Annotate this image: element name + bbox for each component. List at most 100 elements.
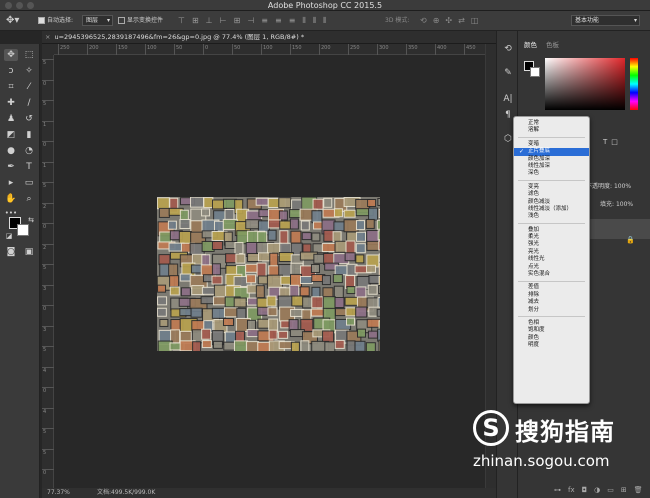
vertical-ruler[interactable]: 505101520253035404550 — [42, 55, 54, 488]
panel-background-swatch[interactable] — [530, 67, 540, 77]
show-transform-checkbox[interactable]: 显示变换控件 — [118, 11, 163, 31]
character-icon[interactable]: A| — [501, 93, 515, 105]
blend-mode-option[interactable]: 颜色 — [514, 335, 589, 342]
eyedropper-icon[interactable]: ⁄ — [22, 81, 36, 93]
marquee-icon[interactable]: ⬚ — [22, 49, 36, 61]
blend-mode-option[interactable]: 深色 — [514, 170, 589, 177]
blend-mode-option[interactable]: 滤色 — [514, 191, 589, 198]
blend-mode-option[interactable]: 饱和度 — [514, 327, 589, 334]
zoom-level[interactable]: 77.37% — [47, 488, 70, 498]
ruler-tick-label: 4 — [42, 407, 54, 416]
auto-select-label: 自动选择: — [47, 17, 74, 24]
ruler-tick-label: 50 — [232, 44, 240, 55]
auto-select-checkbox[interactable]: 自动选择: — [38, 11, 73, 31]
ruler-tick-label: 0 — [42, 469, 54, 477]
blend-mode-option[interactable]: 颜色减淡 — [514, 199, 589, 206]
blend-mode-option[interactable]: 明度 — [514, 342, 589, 349]
ruler-origin[interactable] — [42, 44, 54, 55]
gradient-icon[interactable]: ▮ — [22, 129, 36, 141]
screen-mode-icon[interactable]: ▣ — [22, 246, 36, 258]
close-icon[interactable]: × — [45, 33, 50, 41]
blend-mode-option[interactable]: 变暗 — [514, 141, 589, 148]
align-distribute-icons[interactable]: ⊤ ⊞ ⊥ ⊢ ⊞ ⊣ ≡ ≡ ≡ ⫴ ⫴ ⫴ — [178, 11, 327, 31]
brush-settings-icon[interactable]: ✎ — [501, 67, 515, 79]
blend-mode-menu[interactable]: 正常溶解变暗正片叠底颜色加深线性加深深色变亮滤色颜色减淡线性减淡（添加）浅色叠加… — [513, 116, 590, 404]
blend-mode-option[interactable]: 排除 — [514, 292, 589, 299]
brush-icon[interactable]: / — [22, 97, 36, 109]
watermark-brand: 搜狗指南 — [515, 418, 615, 446]
blend-mode-option[interactable]: 线性减淡（添加） — [514, 206, 589, 213]
blend-mode-option[interactable]: 变亮 — [514, 184, 589, 191]
blend-mode-option[interactable]: 强光 — [514, 241, 589, 248]
blend-mode-option[interactable]: 色相 — [514, 320, 589, 327]
fill-value[interactable]: 100% — [616, 201, 633, 208]
document-image[interactable] — [157, 197, 380, 351]
tab-color[interactable]: 颜色 — [524, 39, 537, 51]
quick-mask-icon[interactable]: ◙ — [4, 246, 18, 258]
blend-mode-option[interactable]: 线性加深 — [514, 163, 589, 170]
layer-row[interactable] — [586, 219, 650, 239]
ruler-tick-label: 0 — [203, 44, 208, 55]
horizontal-ruler[interactable]: 250 200 150 100 50 0 50 100 150 200 250 300 350 400 45… — [54, 44, 485, 55]
blend-mode-option[interactable]: 柔光 — [514, 234, 589, 241]
blend-mode-option[interactable]: 叠加 — [514, 227, 589, 234]
layer-filter-icons[interactable]: T□ — [603, 138, 622, 146]
ruler-tick-label: 250 — [348, 44, 360, 55]
blend-mode-option[interactable]: 颜色加深 — [514, 156, 589, 163]
magic-wand-icon[interactable]: ✧ — [22, 65, 36, 77]
ruler-tick-label: 5 — [42, 100, 54, 108]
move-icon[interactable]: ✥ — [4, 49, 18, 61]
swap-colors-icon[interactable]: ⇆ — [24, 214, 38, 226]
blur-icon[interactable]: ● — [4, 145, 18, 157]
text-icon[interactable]: T — [22, 161, 36, 173]
hue-slider[interactable] — [630, 58, 638, 110]
blend-mode-option[interactable]: 浅色 — [514, 213, 589, 220]
delete-layer-icon[interactable]: 🗑 — [634, 486, 643, 494]
ruler-tick-label: 300 — [377, 44, 389, 55]
new-layer-icon[interactable]: ⊞ — [621, 486, 627, 494]
path-selection-icon[interactable]: ▸ — [4, 177, 18, 189]
document-tab[interactable]: × u=2945396525,2839187496&fm=26&gp=0.jpg … — [42, 31, 496, 44]
distribute-bottom-icon: ≡ — [288, 16, 296, 25]
color-picker-field[interactable] — [545, 58, 625, 110]
pen-icon[interactable]: ✒ — [4, 161, 18, 173]
blend-mode-option[interactable]: 差值 — [514, 284, 589, 291]
adjustment-layer-icon[interactable]: ◑ — [594, 486, 600, 494]
group-icon[interactable]: ▭ — [607, 486, 614, 494]
opacity-control[interactable]: 不透明度: 100% — [586, 181, 650, 193]
workspace-switcher[interactable]: 基本功能 — [570, 15, 640, 26]
link-layers-icon[interactable]: ⊶ — [554, 486, 561, 494]
fx-icon[interactable]: fx — [568, 486, 575, 494]
dodge-icon[interactable]: ◔ — [22, 145, 36, 157]
lasso-icon[interactable]: ↄ — [4, 65, 18, 77]
zoom-icon[interactable]: ⌕ — [22, 193, 36, 205]
rectangle-icon[interactable]: ▭ — [22, 177, 36, 189]
healing-brush-icon[interactable]: ✚ — [4, 97, 18, 109]
add-mask-icon[interactable]: ◘ — [582, 486, 588, 494]
clone-stamp-icon[interactable]: ♟ — [4, 113, 18, 125]
history-icon[interactable]: ⟲ — [501, 43, 515, 55]
blend-mode-option[interactable]: 溶解 — [514, 127, 589, 134]
ruler-tick-label: 0 — [42, 387, 54, 395]
blend-mode-option[interactable]: 正常 — [514, 120, 589, 127]
blend-mode-option[interactable]: 实色混合 — [514, 271, 589, 278]
hand-icon[interactable]: ✋ — [4, 193, 18, 205]
blend-mode-option[interactable]: 点光 — [514, 264, 589, 271]
blend-mode-option[interactable]: 划分 — [514, 307, 589, 314]
history-brush-icon[interactable]: ↺ — [22, 113, 36, 125]
default-colors-icon[interactable]: ◪ — [2, 230, 16, 242]
eraser-icon[interactable]: ◩ — [4, 129, 18, 141]
blend-mode-option[interactable]: 减去 — [514, 299, 589, 306]
canvas-area[interactable] — [54, 55, 485, 488]
mode-3d-icons[interactable]: ⟲⊕✣⇄◫ — [420, 11, 484, 31]
blend-mode-option[interactable]: 正片叠底 — [514, 148, 589, 156]
ruler-tick-label: 150 — [290, 44, 302, 55]
auto-select-dropdown[interactable]: 图层 — [82, 11, 114, 31]
crop-icon[interactable]: ⌗ — [4, 81, 18, 93]
opacity-value[interactable]: 100% — [614, 183, 631, 190]
tab-swatches[interactable]: 色板 — [546, 39, 559, 51]
move-tool-preset-icon[interactable]: ✥▾ — [6, 11, 19, 31]
blend-mode-option[interactable]: 线性光 — [514, 256, 589, 263]
fill-control[interactable]: 填充: 100% — [586, 199, 650, 211]
blend-mode-option[interactable]: 亮光 — [514, 249, 589, 256]
